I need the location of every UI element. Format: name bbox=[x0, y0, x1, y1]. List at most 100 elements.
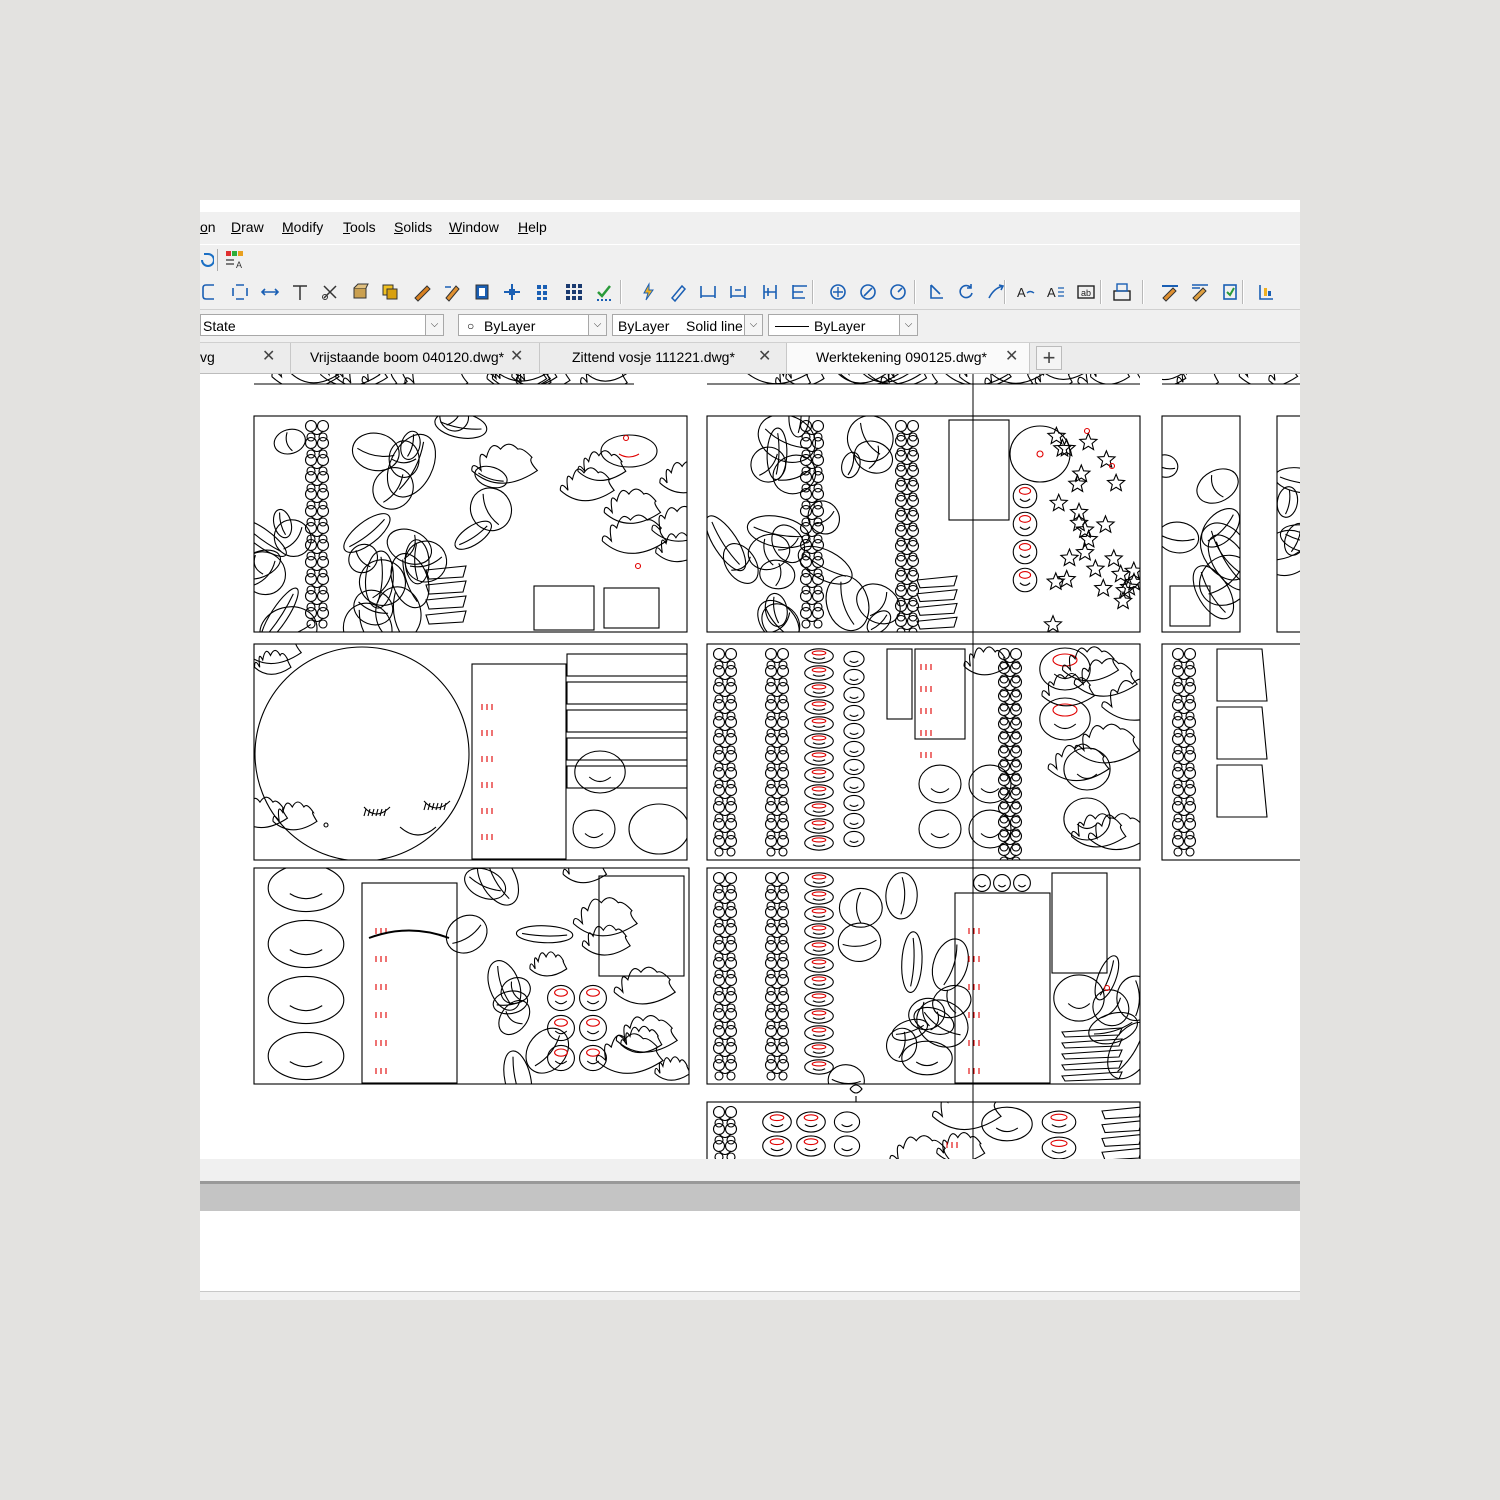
frame-icon[interactable] bbox=[472, 282, 492, 302]
red-marker bbox=[811, 908, 827, 914]
red-marker bbox=[811, 786, 827, 792]
red-marker bbox=[920, 752, 932, 758]
command-line-area[interactable] bbox=[200, 1211, 1300, 1292]
dim-linear-icon[interactable] bbox=[698, 282, 718, 302]
compass-icon[interactable] bbox=[858, 282, 878, 302]
block-icon[interactable] bbox=[1112, 282, 1132, 302]
status-bar bbox=[200, 1292, 1300, 1300]
pen2-icon[interactable] bbox=[442, 282, 462, 302]
layer-state-dropdown[interactable]: State ⌵ bbox=[200, 314, 444, 336]
center-move-icon[interactable] bbox=[502, 282, 522, 302]
red-marker bbox=[811, 993, 827, 999]
cad-application-window: on Draw Modify Tools Solids Window Help … bbox=[200, 200, 1300, 1300]
snap-icon[interactable] bbox=[638, 282, 658, 302]
stretch-icon[interactable] bbox=[260, 282, 280, 302]
check-icon[interactable] bbox=[594, 282, 614, 302]
tab-vrijstaande-boom[interactable]: Vrijstaande boom 040120.dwg* ✕ bbox=[291, 343, 540, 373]
gauge-icon[interactable] bbox=[888, 282, 908, 302]
tab-document-1[interactable]: vg ✕ bbox=[200, 343, 291, 373]
trim-icon[interactable] bbox=[290, 282, 310, 302]
chevron-down-icon[interactable]: ⌵ bbox=[899, 315, 917, 335]
tab-label: vg bbox=[200, 349, 215, 365]
red-marker bbox=[1052, 653, 1078, 667]
red-marker bbox=[968, 1068, 980, 1074]
fillet-icon[interactable] bbox=[200, 282, 220, 302]
red-marker bbox=[634, 562, 642, 570]
undo-icon[interactable] bbox=[200, 250, 214, 270]
red-marker bbox=[920, 730, 932, 736]
red-marker bbox=[968, 1040, 980, 1046]
toolbar-separator bbox=[1242, 280, 1244, 304]
menu-item-window[interactable]: Window bbox=[449, 219, 499, 235]
target-icon[interactable] bbox=[828, 282, 848, 302]
horizontal-scrollbar[interactable] bbox=[200, 1159, 1300, 1181]
close-icon[interactable]: ✕ bbox=[262, 349, 275, 365]
menu-item-modify[interactable]: Modify bbox=[282, 219, 323, 235]
new-tab-button[interactable]: + bbox=[1036, 346, 1062, 370]
copy-icon[interactable] bbox=[380, 282, 400, 302]
red-marker bbox=[811, 752, 827, 758]
lineweight-dropdown[interactable]: ByLayer ⌵ bbox=[768, 314, 918, 336]
dim-baseline-icon[interactable] bbox=[790, 282, 810, 302]
close-icon[interactable]: ✕ bbox=[758, 349, 771, 365]
grid-icon[interactable] bbox=[534, 282, 554, 302]
red-marker bbox=[554, 1048, 568, 1057]
layer-bar-icon[interactable] bbox=[1256, 282, 1276, 302]
red-marker bbox=[769, 1138, 785, 1146]
menu-item-help[interactable]: Help bbox=[518, 219, 547, 235]
text-style-icon[interactable]: A bbox=[1016, 282, 1036, 302]
arc-icon[interactable] bbox=[986, 282, 1006, 302]
menu-item-draw[interactable]: Draw bbox=[231, 219, 264, 235]
scissors-icon[interactable] bbox=[320, 282, 340, 302]
red-marker bbox=[481, 808, 493, 814]
red-marker bbox=[811, 701, 827, 707]
layer-pen2-icon[interactable] bbox=[1190, 282, 1210, 302]
chamfer-icon[interactable] bbox=[230, 282, 250, 302]
chevron-down-icon[interactable]: ⌵ bbox=[744, 315, 762, 335]
red-marker bbox=[1018, 571, 1032, 579]
pen-icon[interactable] bbox=[412, 282, 432, 302]
explode-icon[interactable] bbox=[350, 282, 370, 302]
red-marker bbox=[803, 1138, 819, 1146]
menu-item-solids[interactable]: Solids bbox=[394, 219, 432, 235]
tab-werktekening[interactable]: Werktekening 090125.dwg* ✕ bbox=[787, 343, 1030, 373]
close-icon[interactable]: ✕ bbox=[1005, 349, 1018, 365]
command-panel-splitter[interactable] bbox=[200, 1181, 1300, 1211]
red-marker bbox=[811, 942, 827, 948]
chevron-down-icon[interactable]: ⌵ bbox=[588, 315, 606, 335]
refresh-icon[interactable] bbox=[956, 282, 976, 302]
red-marker bbox=[811, 891, 827, 897]
linetype-name: ByLayer bbox=[618, 318, 670, 334]
color-dropdown[interactable]: ○ ByLayer ⌵ bbox=[458, 314, 607, 336]
dim-vertical-icon[interactable] bbox=[760, 282, 780, 302]
close-icon[interactable]: ✕ bbox=[510, 349, 523, 365]
menu-item-tools[interactable]: Tools bbox=[343, 219, 376, 235]
menu-item-view[interactable]: on bbox=[200, 219, 216, 235]
properties-bar: State ⌵ ○ ByLayer ⌵ ByLayer Solid line ⌵… bbox=[200, 310, 1300, 343]
text-edit-icon[interactable]: A bbox=[1046, 282, 1066, 302]
pencil-icon[interactable] bbox=[668, 282, 688, 302]
rotate-icon[interactable] bbox=[926, 282, 946, 302]
layer-tool-icon[interactable] bbox=[1220, 282, 1240, 302]
red-marker bbox=[1050, 1139, 1068, 1147]
field-icon[interactable]: ab bbox=[1076, 282, 1096, 302]
red-marker bbox=[968, 984, 980, 990]
drawing-canvas[interactable] bbox=[200, 374, 1300, 1159]
red-marker bbox=[554, 988, 568, 997]
red-marker bbox=[1018, 487, 1032, 495]
red-marker bbox=[481, 756, 493, 762]
layer-properties-icon[interactable]: A bbox=[224, 249, 246, 271]
linetype-dropdown[interactable]: ByLayer Solid line ⌵ bbox=[612, 314, 763, 336]
layer-pen-icon[interactable] bbox=[1160, 282, 1180, 302]
quick-access-bar: A bbox=[200, 244, 1300, 276]
red-marker bbox=[811, 959, 827, 965]
chevron-down-icon[interactable]: ⌵ bbox=[425, 315, 443, 335]
tab-label: Vrijstaande boom 040120.dwg* bbox=[310, 349, 505, 365]
toolbar-separator bbox=[1100, 280, 1102, 304]
red-marker bbox=[586, 1048, 600, 1057]
red-marker bbox=[481, 834, 493, 840]
array-icon[interactable] bbox=[564, 282, 584, 302]
dim-aligned-icon[interactable] bbox=[728, 282, 748, 302]
red-marker bbox=[811, 1010, 827, 1016]
tab-zittend-vosje[interactable]: Zittend vosje 111221.dwg* ✕ bbox=[540, 343, 787, 373]
